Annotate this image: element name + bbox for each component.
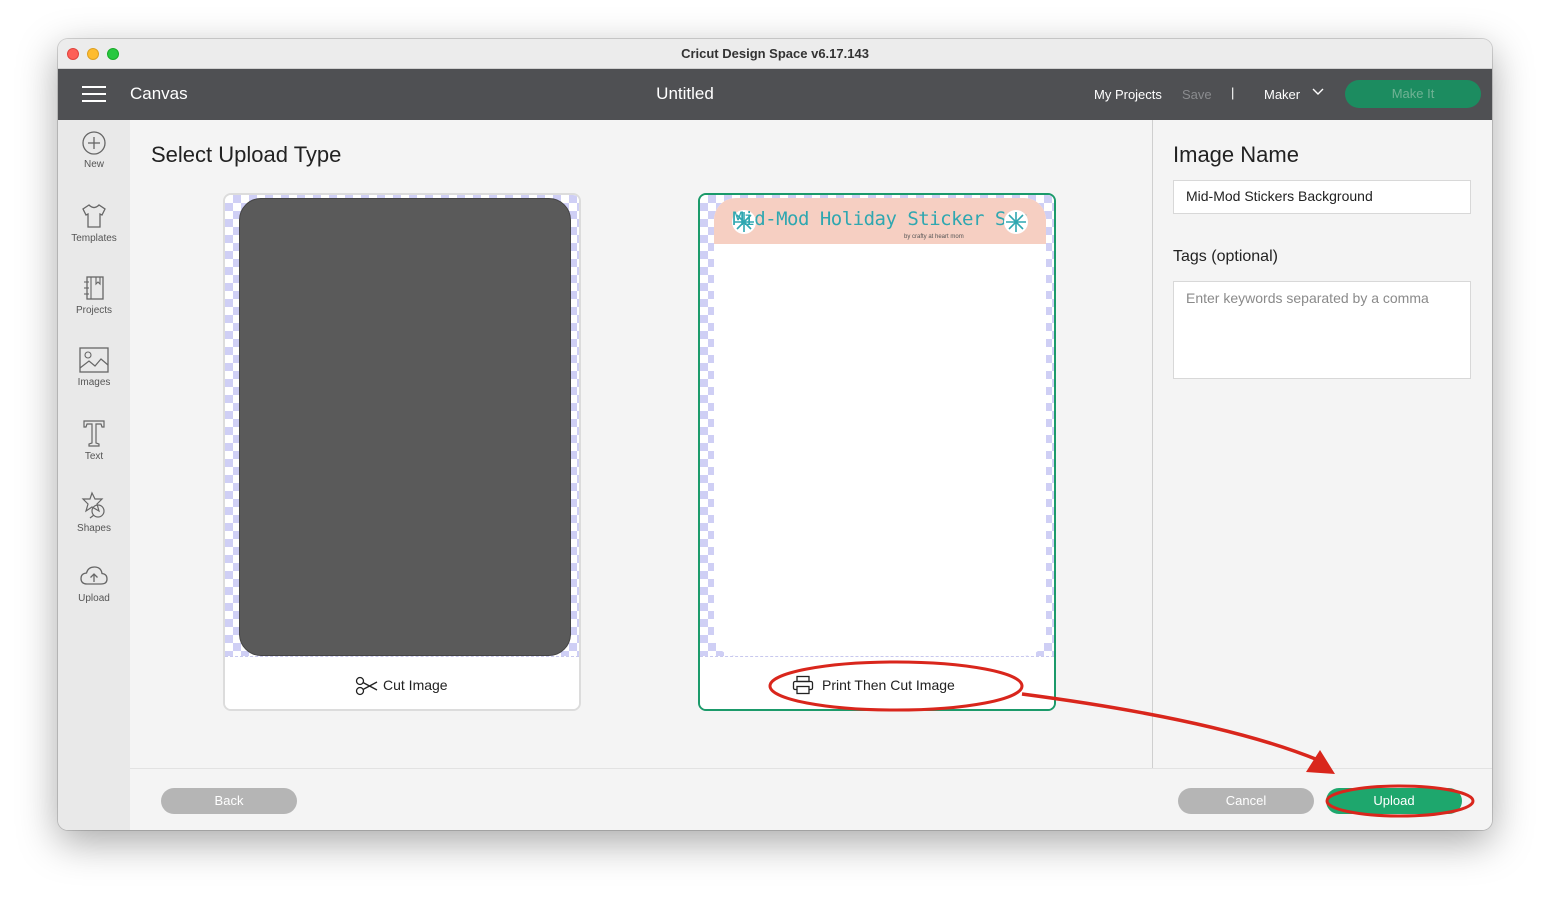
- image-name-field[interactable]: Mid-Mod Stickers Background: [1173, 180, 1471, 214]
- window-title: Cricut Design Space v6.17.143: [681, 46, 869, 61]
- sidebar-item-projects[interactable]: Projects: [58, 274, 130, 316]
- upload-button[interactable]: Upload: [1326, 788, 1462, 814]
- machine-select[interactable]: Maker: [1264, 87, 1300, 102]
- title-bar: Cricut Design Space v6.17.143: [58, 39, 1492, 69]
- page-title: Select Upload Type: [151, 142, 342, 167]
- sidebar-item-shapes[interactable]: Shapes: [58, 490, 130, 534]
- cut-image-card[interactable]: Cut Image: [223, 193, 581, 711]
- scissors-icon: [355, 676, 378, 696]
- shapes-icon: [81, 491, 105, 519]
- sidebar-item-label: Templates: [71, 233, 117, 244]
- sidebar-item-images[interactable]: Images: [58, 346, 130, 388]
- app-window: Cricut Design Space v6.17.143 Canvas Unt…: [58, 39, 1492, 830]
- make-it-button[interactable]: Make It: [1345, 80, 1481, 108]
- sidebar-item-upload[interactable]: Upload: [58, 564, 130, 604]
- sidebar-item-label: Text: [84, 451, 104, 462]
- my-projects-link[interactable]: My Projects: [1094, 87, 1162, 102]
- sidebar-item-label: Projects: [75, 305, 113, 316]
- header-separator: |: [1231, 85, 1235, 100]
- plus-circle-icon: [82, 131, 106, 155]
- sidebar-item-label: New: [83, 159, 104, 170]
- tags-label: Tags (optional): [1173, 248, 1278, 265]
- snowflake-icon: [1004, 210, 1028, 234]
- back-button[interactable]: Back: [161, 788, 297, 814]
- tshirt-icon: [82, 204, 106, 228]
- footer-bar: Back Cancel Upload: [130, 768, 1492, 830]
- sidebar-item-label: Shapes: [77, 523, 111, 534]
- document-title: Untitled: [656, 84, 714, 103]
- image-icon: [79, 347, 109, 373]
- upload-type-panel: Select Upload Type Cut Image Mid-Mod Hol…: [130, 120, 1152, 768]
- sticker-banner: Mid-Mod Holiday Sticker Set by crafty at…: [714, 198, 1046, 244]
- sidebar-item-label: Upload: [78, 593, 110, 604]
- card-footer: Print Then Cut Image: [700, 656, 1054, 709]
- left-toolbar: New Templates Projects Images Text Shape…: [58, 120, 130, 830]
- chevron-down-icon[interactable]: [1312, 88, 1324, 96]
- printer-icon: [792, 675, 814, 695]
- app-header: Canvas Untitled My Projects Save | Maker…: [58, 69, 1492, 120]
- card-footer: Cut Image: [225, 656, 579, 709]
- save-link[interactable]: Save: [1182, 87, 1212, 102]
- sticker-title: Mid-Mod Holiday Sticker Set: [732, 208, 1028, 230]
- print-then-cut-card[interactable]: Mid-Mod Holiday Sticker Set by crafty at…: [698, 193, 1056, 711]
- sidebar-item-text[interactable]: Text: [58, 418, 130, 462]
- section-title: Canvas: [130, 84, 188, 103]
- tags-field[interactable]: Enter keywords separated by a comma: [1173, 281, 1471, 379]
- sticker-subtitle: by crafty at heart mom: [904, 234, 964, 240]
- cancel-button[interactable]: Cancel: [1178, 788, 1314, 814]
- cut-image-label: Cut Image: [383, 677, 448, 693]
- sidebar-item-templates[interactable]: Templates: [58, 202, 130, 244]
- sidebar-item-label: Images: [77, 377, 111, 388]
- image-name-heading: Image Name: [1173, 142, 1299, 167]
- notebook-icon: [84, 276, 104, 300]
- cut-image-preview: [239, 198, 571, 656]
- sidebar-item-new[interactable]: New: [58, 130, 130, 170]
- print-then-cut-label: Print Then Cut Image: [822, 677, 955, 693]
- hamburger-menu-icon[interactable]: [82, 86, 106, 103]
- print-then-cut-preview: [714, 198, 1046, 656]
- cloud-upload-icon: [80, 566, 108, 585]
- image-details-panel: Image Name Mid-Mod Stickers Background T…: [1153, 120, 1492, 768]
- text-t-icon: [83, 420, 105, 447]
